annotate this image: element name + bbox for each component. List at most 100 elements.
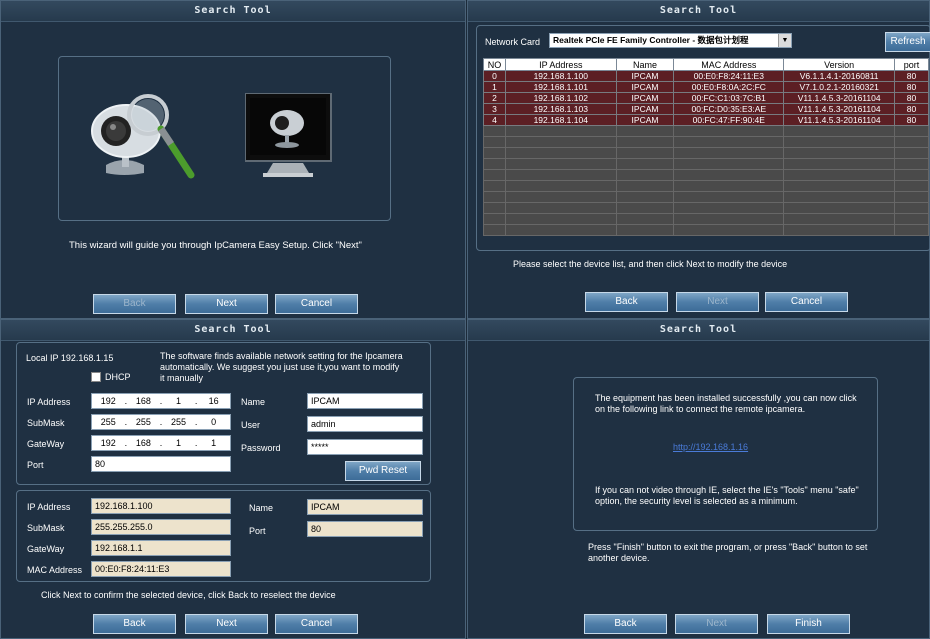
current-gateway-value: 192.168.1.1 — [91, 540, 231, 556]
cancel-button[interactable]: Cancel — [275, 614, 358, 634]
ie-note: If you can not video through IE, select … — [595, 485, 859, 506]
empty-row — [483, 158, 929, 170]
back-button[interactable]: Back — [584, 614, 667, 634]
empty-row — [483, 125, 929, 137]
current-mac-label: MAC Address — [27, 565, 83, 575]
cancel-button[interactable]: Cancel — [765, 292, 848, 312]
column-header[interactable]: NO — [483, 58, 506, 71]
gw-octet: 192 — [100, 438, 116, 448]
table-header-row: NO IP Address Name MAC Address Version p… — [483, 58, 929, 71]
table-row[interactable]: 3 192.168.1.103 IPCAM 00:FC:D0:35:E3:AE V11.… — [483, 103, 929, 115]
monitor-camera-icon — [245, 93, 332, 177]
current-ip-label: IP Address — [27, 502, 71, 512]
ip-octet: 192 — [100, 396, 116, 406]
table-cell: 192.168.1.100 — [504, 70, 617, 82]
refresh-button[interactable]: Refresh — [885, 32, 930, 52]
mask-octet: 255 — [100, 417, 116, 427]
window-title: Search Tool — [1, 1, 465, 22]
pwd-reset-button[interactable]: Pwd Reset — [345, 461, 421, 481]
column-header[interactable]: port — [894, 58, 929, 71]
password-input[interactable]: ***** — [307, 439, 423, 455]
column-header[interactable]: Name — [615, 58, 675, 71]
device-list-instruction: Please select the device list, and then … — [513, 259, 788, 269]
password-label: Password — [241, 443, 281, 453]
gw-octet: 1 — [211, 438, 217, 448]
ip-address-label: IP Address — [27, 397, 71, 407]
table-cell: IPCAM — [615, 103, 675, 115]
network-card-value: Realtek PCIe FE Family Controller - 数据包计… — [553, 35, 749, 45]
auto-config-info: The software finds available network set… — [160, 351, 403, 383]
table-cell: 00:FC:C1:03:7C:B1 — [673, 92, 785, 104]
wizard-panel-network-settings: Search Tool Local IP 192.168.1.15 The so… — [0, 319, 466, 639]
table-cell: 80 — [894, 92, 929, 104]
back-button[interactable]: Back — [93, 294, 176, 314]
port-input[interactable]: 80 — [91, 456, 231, 472]
table-cell: 192.168.1.102 — [504, 92, 617, 104]
table-cell: V6.1.1.4.1-20160811 — [783, 70, 896, 82]
empty-row — [483, 169, 929, 181]
table-cell: 4 — [483, 114, 506, 126]
column-header[interactable]: MAC Address — [673, 58, 785, 71]
gateway-label: GateWay — [27, 439, 65, 449]
current-name-value: IPCAM — [307, 499, 423, 515]
column-header[interactable]: IP Address — [504, 58, 617, 71]
back-button[interactable]: Back — [93, 614, 176, 634]
table-cell: 80 — [894, 103, 929, 115]
table-cell: IPCAM — [615, 92, 675, 104]
table-cell: IPCAM — [615, 70, 675, 82]
table-cell: V11.1.4.5.3-20161104 — [783, 92, 896, 104]
current-name-label: Name — [249, 503, 274, 513]
current-port-value: 80 — [307, 521, 423, 537]
user-label: User — [241, 420, 261, 430]
port-label: Port — [27, 460, 44, 470]
ip-octet: 168 — [135, 396, 151, 406]
submask-input[interactable]: 255. 255. 255. 0 — [91, 414, 231, 430]
user-input[interactable]: admin — [307, 416, 423, 432]
mask-octet: 255 — [171, 417, 187, 427]
next-button[interactable]: Next — [676, 292, 759, 312]
empty-row — [483, 224, 929, 236]
gateway-input[interactable]: 192. 168. 1. 1 — [91, 435, 231, 451]
gw-octet: 1 — [176, 438, 182, 448]
table-cell: 00:E0:F8:24:11:E3 — [673, 70, 785, 82]
chevron-down-icon: ▼ — [778, 34, 791, 47]
gw-octet: 168 — [135, 438, 151, 448]
finish-note: Press "Finish" button to exit the progra… — [588, 542, 868, 563]
ip-address-input[interactable]: 192. 168. 1. 16 — [91, 393, 231, 409]
ip-octet: 16 — [208, 396, 219, 406]
empty-row — [483, 147, 929, 159]
cancel-button[interactable]: Cancel — [275, 294, 358, 314]
column-header[interactable]: Version — [783, 58, 896, 71]
name-label: Name — [241, 397, 266, 407]
name-input[interactable]: IPCAM — [307, 393, 423, 409]
next-button[interactable]: Next — [185, 294, 268, 314]
window-title: Search Tool — [1, 320, 465, 341]
camera-link[interactable]: http://192.168.1.16 — [673, 442, 748, 452]
window-title: Search Tool — [468, 1, 929, 22]
back-button[interactable]: Back — [585, 292, 668, 312]
table-row[interactable]: 2 192.168.1.102 IPCAM 00:FC:C1:03:7C:B1 V11.… — [483, 92, 929, 104]
wizard-panel-intro: Search Tool This wizard will guide you t… — [0, 0, 466, 319]
table-row[interactable]: 0 192.168.1.100 IPCAM 00:E0:F8:24:11:E3 V6.1… — [483, 70, 929, 82]
submask-label: SubMask — [27, 418, 65, 428]
dhcp-checkbox[interactable] — [91, 372, 101, 382]
wizard-panel-device-list: Search Tool Network Card Realtek PCIe FE… — [467, 0, 930, 319]
empty-row — [483, 136, 929, 148]
next-button[interactable]: Next — [185, 614, 268, 634]
table-row[interactable]: 4 192.168.1.104 IPCAM 00:FC:47:FF:90:4E V11.… — [483, 114, 929, 126]
finish-button[interactable]: Finish — [767, 614, 850, 634]
network-card-select[interactable]: Realtek PCIe FE Family Controller - 数据包计… — [549, 33, 792, 48]
table-cell: IPCAM — [615, 81, 675, 93]
dhcp-label: DHCP — [105, 372, 131, 382]
network-card-label: Network Card — [485, 37, 541, 47]
table-cell: 1 — [483, 81, 506, 93]
table-cell: 192.168.1.101 — [504, 81, 617, 93]
table-row[interactable]: 1 192.168.1.101 IPCAM 00:E0:F8:0A:2C:FC V7.1… — [483, 81, 929, 93]
mask-octet: 255 — [135, 417, 151, 427]
camera-search-icon — [91, 94, 195, 179]
table-cell: V7.1.0.2.1-20160321 — [783, 81, 896, 93]
table-cell: 3 — [483, 103, 506, 115]
current-gateway-label: GateWay — [27, 544, 65, 554]
confirm-instruction: Click Next to confirm the selected devic… — [41, 590, 336, 600]
next-button[interactable]: Next — [675, 614, 758, 634]
